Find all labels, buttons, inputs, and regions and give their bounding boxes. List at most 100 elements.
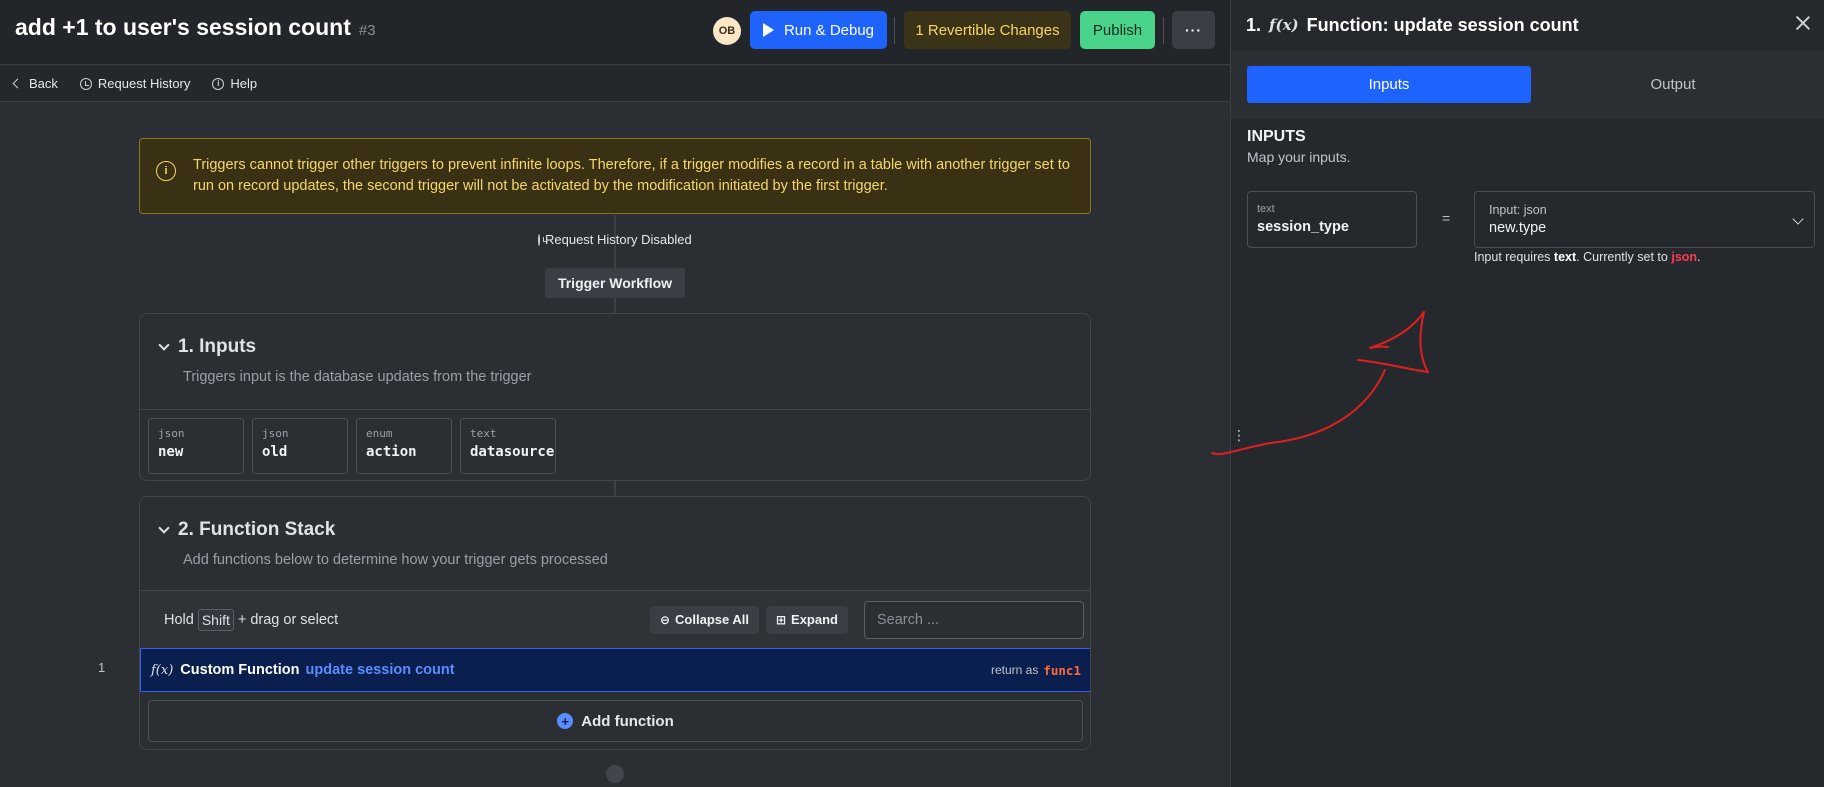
revertible-changes-button[interactable]: 1 Revertible Changes [904,11,1071,49]
divider [894,17,895,44]
page-title: add +1 to user's session count #3 [15,14,376,41]
hint-required-type: text [1553,250,1577,264]
function-details-panel: 1. f(x) Function: update session count I… [1230,0,1824,787]
input-type: json [262,427,289,440]
trigger-inputs-list: json new json old enum action text datas… [140,409,1090,480]
function-stack-header[interactable]: 2. Function Stack Add functions below to… [140,497,1090,568]
trigger-workflow-label: Trigger Workflow [545,268,685,298]
info-icon: i [212,77,225,90]
row-number: 1 [98,660,106,675]
plus-icon: + [557,713,574,729]
function-icon: f(x) [1269,16,1299,34]
function-type: Custom Function [180,662,300,678]
value-type-label: Input: json [1489,203,1547,217]
equals-sign: = [1442,210,1451,226]
play-icon [762,23,774,37]
chevron-left-icon [12,78,23,89]
function-stack-subtitle: Add functions below to determine how you… [183,552,608,568]
hint-suffix: . [1697,250,1701,264]
history-icon [79,77,92,90]
type-mismatch-hint: Input requires text. Currently set to js… [1474,250,1701,264]
value-expression: new.type [1489,220,1547,236]
inputs-subheading: Map your inputs. [1247,149,1351,165]
search-input[interactable]: Search ... [864,600,1084,639]
return-label: return as [991,663,1039,677]
toolbar-actions: ⊖ Collapse All ⊞ Expand Search ... [649,600,1084,639]
panel-tabs: Inputs Output [1231,51,1824,119]
hint-middle: . Currently set to [1576,250,1668,264]
tab-output[interactable]: Output [1531,66,1815,103]
info-icon: i [156,161,176,181]
input-name: new [158,444,184,460]
collapse-all-label: Collapse All [675,612,749,627]
inputs-heading: INPUTS [1247,128,1306,145]
inputs-card-header[interactable]: 1. Inputs Triggers input is the database… [140,314,1090,385]
input-name: old [262,444,288,460]
function-link[interactable]: update session count [306,662,455,678]
more-options-button[interactable]: ··· [1172,11,1215,49]
inputs-title: 1. Inputs [178,336,257,357]
sub-nav: Back Request History i Help [0,66,1230,102]
input-chip-action[interactable]: enum action [356,418,452,474]
input-name: action [366,444,417,460]
chevron-down-icon [158,521,170,534]
inputs-card-title: 1. Inputs [158,336,1090,358]
parameter-name: session_type [1257,219,1349,235]
run-debug-button[interactable]: Run & Debug [750,11,887,49]
inputs-card: 1. Inputs Triggers input is the database… [139,313,1091,481]
collapse-icon: ⊖ [659,612,671,627]
run-debug-label: Run & Debug [783,21,875,39]
input-chip-old[interactable]: json old [252,418,348,474]
function-icon: f(x) [151,662,174,678]
function-stack-title: 2. Function Stack [158,519,1090,541]
request-history-label: Request History [97,76,191,91]
close-icon[interactable] [1794,14,1812,32]
drag-hint: + drag or select [237,611,339,628]
expand-button[interactable]: ⊞ Expand [765,605,848,634]
input-type: text [470,427,497,440]
request-history-disabled-label: Request History Disabled [545,232,692,247]
panel-resize-handle[interactable]: ⋮ [1232,428,1246,442]
input-chip-new[interactable]: json new [148,418,244,474]
back-link[interactable]: Back [12,76,58,91]
inputs-subtitle: Triggers input is the database updates f… [183,369,532,385]
input-type: enum [366,427,393,440]
input-type: json [158,427,185,440]
shift-key: Shift [197,608,234,631]
expand-label: Expand [791,612,838,627]
panel-step: 1. [1246,14,1262,35]
trigger-id: #3 [358,22,376,39]
hint-prefix: Input requires [1474,250,1551,264]
hint-current-type: json [1671,250,1698,264]
input-chip-datasource[interactable]: text datasource [460,418,556,474]
request-history-link[interactable]: Request History [79,76,191,91]
top-bar: add +1 to user's session count #3 OB Run … [0,0,1230,65]
workflow-editor: add +1 to user's session count #3 OB Run … [0,0,1230,787]
request-history-disabled: Request History Disabled [538,232,692,247]
function-stack-card: 2. Function Stack Add functions below to… [139,496,1091,750]
publish-button[interactable]: Publish [1080,11,1155,49]
help-link[interactable]: i Help [212,76,257,91]
help-label: Help [230,76,258,91]
return-as: return as func1 [991,663,1081,678]
collapse-all-button[interactable]: ⊖ Collapse All [649,605,759,634]
return-variable[interactable]: func1 [1043,663,1081,678]
warning-banner: i Triggers cannot trigger other triggers… [139,138,1091,214]
workflow-end-node [606,765,624,783]
warning-text: Triggers cannot trigger other triggers t… [193,157,1070,194]
history-icon [538,233,547,246]
add-function-button[interactable]: + Add function [148,700,1083,742]
panel-header: 1. f(x) Function: update session count [1231,0,1824,50]
avatar[interactable]: OB [713,17,741,45]
input-name: datasource [470,444,555,460]
function-row[interactable]: f(x) Custom Function update session coun… [140,648,1090,692]
hold-label: Hold [164,611,194,628]
tab-inputs[interactable]: Inputs [1247,66,1531,103]
add-function-label: Add function [581,712,674,730]
panel-title: Function: update session count [1306,14,1579,35]
function-stack-title-text: 2. Function Stack [178,519,336,540]
divider [1163,17,1164,44]
expand-icon: ⊞ [775,612,787,627]
chevron-down-icon [158,338,170,351]
input-value-dropdown[interactable]: Input: json new.type [1474,191,1815,248]
